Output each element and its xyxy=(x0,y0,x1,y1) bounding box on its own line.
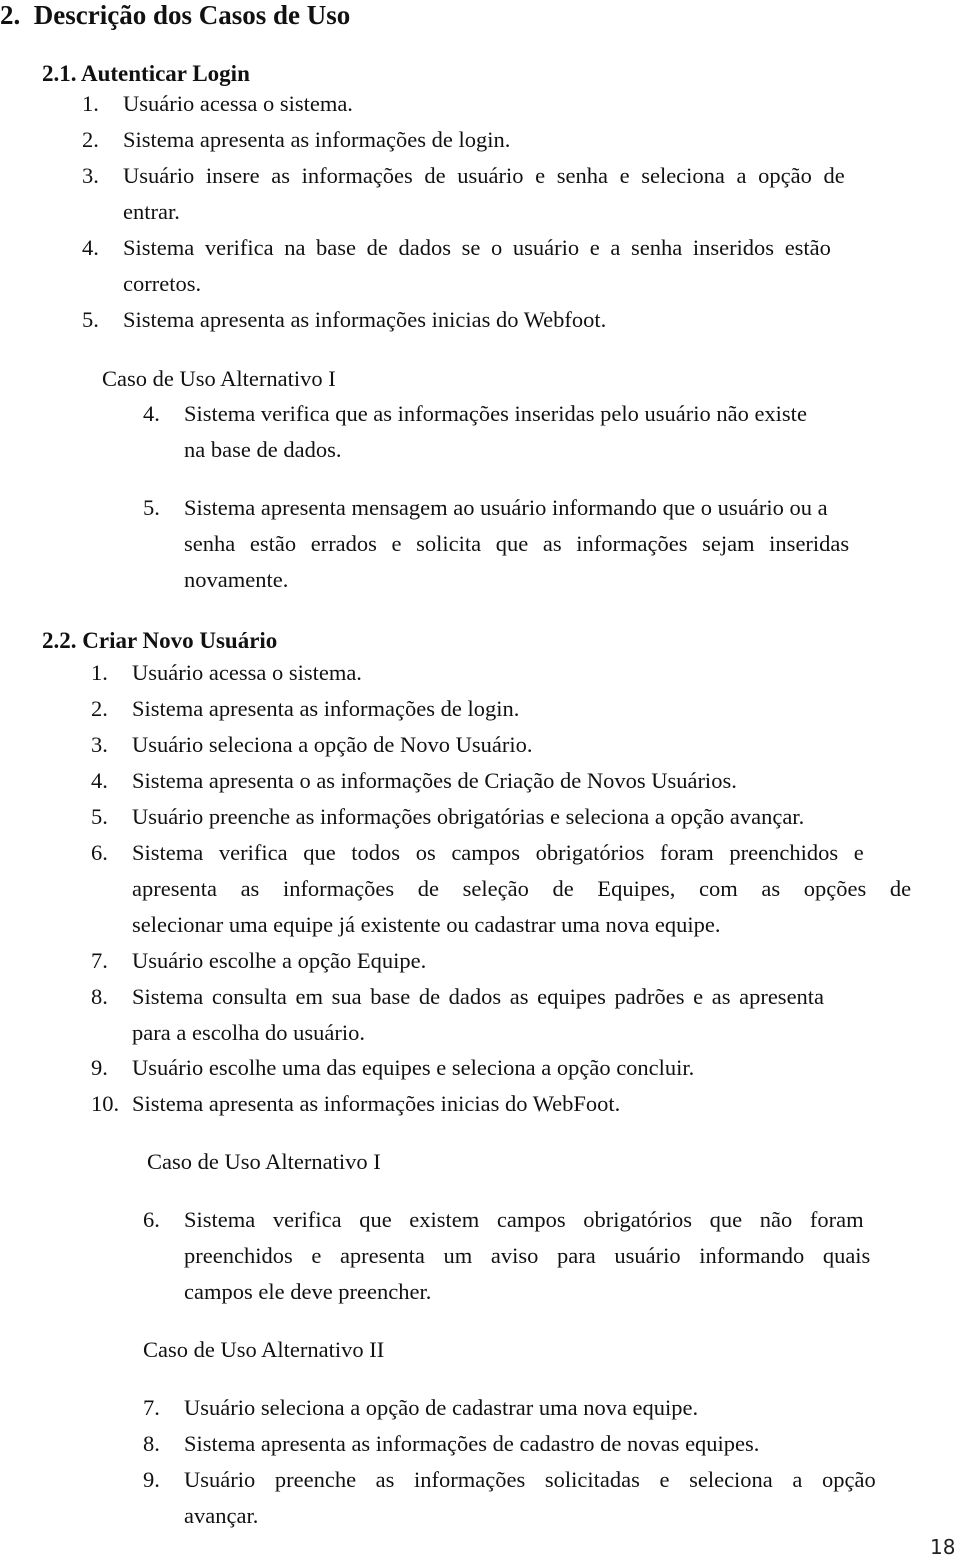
list-item: 8. Sistema consulta em sua base de dados … xyxy=(91,984,825,1009)
list-item: 9. Usuário escolhe uma das equipes e sele… xyxy=(91,1055,695,1080)
list-item-continuation: apresenta as informações de seleção de E… xyxy=(132,876,912,901)
list-item: 4. Sistema apresenta o as informações de … xyxy=(91,768,737,793)
list-item: 5. Sistema apresenta mensagem ao usuário … xyxy=(143,495,828,520)
list-item: 8. Sistema apresenta as informações de ca… xyxy=(143,1431,760,1456)
list-item-continuation: campos ele deve preencher. xyxy=(184,1279,432,1304)
list-item: 7. Usuário escolhe a opção Equipe. xyxy=(91,948,427,973)
section-heading-criar-novo-usuario: 2.2. Criar Novo Usuário xyxy=(42,628,277,654)
section-title: Criar Novo Usuário xyxy=(82,628,278,653)
list-item: 10. Sistema apresenta as informações inic… xyxy=(91,1091,621,1116)
list-item: 6. Sistema verifica que todos os campos o… xyxy=(91,840,864,865)
alternative-title: Caso de Uso Alternativo II xyxy=(143,1337,385,1362)
list-item-continuation: entrar. xyxy=(123,199,180,224)
list-item-continuation: para a escolha do usuário. xyxy=(132,1020,366,1045)
list-item-continuation: senha estão errados e solicita que as in… xyxy=(184,531,850,556)
section-number: 2.2. xyxy=(42,628,77,653)
list-item: 7. Usuário seleciona a opção de cadastrar… xyxy=(143,1395,699,1420)
list-item: 2. Sistema apresenta as informações de lo… xyxy=(82,127,511,152)
list-item: 5. Usuário preenche as informações obriga… xyxy=(91,804,805,829)
heading-number: 2. xyxy=(0,0,21,30)
list-item: 9. Usuário preenche as informações solici… xyxy=(143,1467,876,1492)
list-item: 6. Sistema verifica que existem campos ob… xyxy=(143,1207,864,1232)
list-item: 3. Usuário seleciona a opção de Novo Usuá… xyxy=(91,732,533,757)
section-heading-autenticar-login: 2.1. Autenticar Login xyxy=(42,61,250,87)
list-item: 4. Sistema verifica na base de dados se o… xyxy=(82,235,831,260)
list-item: 1. Usuário acessa o sistema. xyxy=(91,660,362,685)
section-title: Autenticar Login xyxy=(80,61,250,86)
list-item-continuation: preenchidos e apresenta um aviso para us… xyxy=(184,1243,871,1268)
page-number: 18 xyxy=(930,1535,956,1559)
list-item: 4. Sistema verifica que as informações in… xyxy=(143,401,807,426)
list-item-continuation: selecionar uma equipe já existente ou ca… xyxy=(132,912,721,937)
list-item-continuation: novamente. xyxy=(184,567,289,592)
list-item: 2. Sistema apresenta as informações de lo… xyxy=(91,696,520,721)
heading-title: Descrição dos Casos de Uso xyxy=(33,0,351,30)
list-item: 3. Usuário insere as informações de usuár… xyxy=(82,163,845,188)
list-item-continuation: na base de dados. xyxy=(184,437,342,462)
list-item-continuation: corretos. xyxy=(123,271,202,296)
page-heading: 2. Descrição dos Casos de Uso xyxy=(0,0,350,31)
section-number: 2.1. xyxy=(42,61,77,86)
list-item-continuation: avançar. xyxy=(184,1503,259,1528)
list-item: 5. Sistema apresenta as informações inici… xyxy=(82,307,607,332)
alternative-title: Caso de Uso Alternativo I xyxy=(102,366,336,391)
alternative-title: Caso de Uso Alternativo I xyxy=(147,1149,381,1174)
list-item: 1. Usuário acessa o sistema. xyxy=(82,91,353,116)
